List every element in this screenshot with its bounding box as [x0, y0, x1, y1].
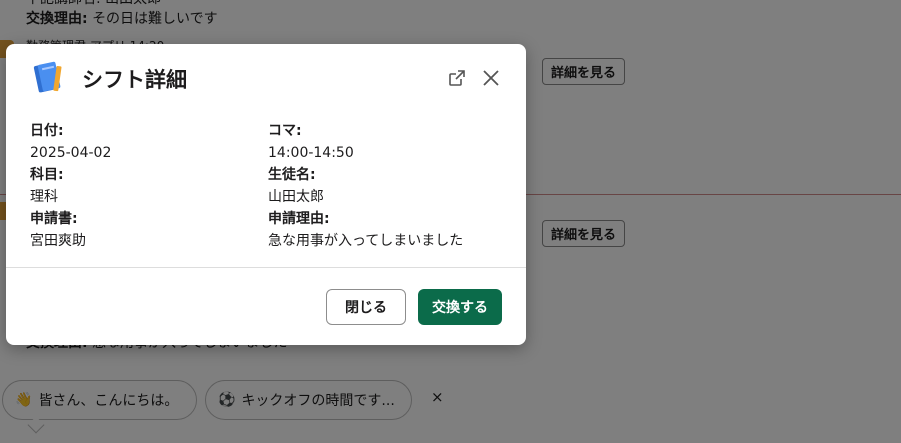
field-label: 生徒名: — [268, 167, 316, 183]
modal-header: シフト詳細 — [6, 44, 526, 114]
field-value: 宮田爽助 — [30, 233, 86, 249]
field-value: 14:00-14:50 — [268, 145, 354, 161]
field-value: 2025-04-02 — [30, 145, 112, 161]
field-date: 日付: 2025-04-02 — [30, 120, 260, 164]
field-label: 申請書: — [30, 211, 78, 227]
close-icon[interactable] — [481, 68, 501, 88]
field-value: 理科 — [30, 189, 58, 205]
close-button[interactable]: 閉じる — [326, 289, 406, 325]
field-value: 山田太郎 — [268, 189, 324, 205]
exchange-button[interactable]: 交換する — [418, 289, 502, 325]
field-label: 申請理由: — [268, 211, 330, 227]
field-student-name: 生徒名: 山田太郎 — [268, 164, 498, 208]
field-label: 科目: — [30, 167, 64, 183]
modal-title: シフト詳細 — [82, 68, 187, 92]
field-subject: 科目: 理科 — [30, 164, 260, 208]
field-label: コマ: — [268, 123, 302, 139]
modal-footer-divider — [6, 267, 526, 268]
field-period: コマ: 14:00-14:50 — [268, 120, 498, 164]
external-link-icon[interactable] — [447, 68, 467, 88]
field-applicant: 申請書: 宮田爽助 — [30, 208, 260, 252]
field-label: 日付: — [30, 123, 64, 139]
field-reason: 申請理由: 急な用事が入ってしまいました — [268, 208, 498, 252]
field-value: 急な用事が入ってしまいました — [268, 233, 464, 249]
book-icon — [33, 61, 62, 93]
shift-detail-modal: シフト詳細 日付: 2025-04-02 コマ: 14:00-14:50 科目:… — [6, 44, 526, 345]
